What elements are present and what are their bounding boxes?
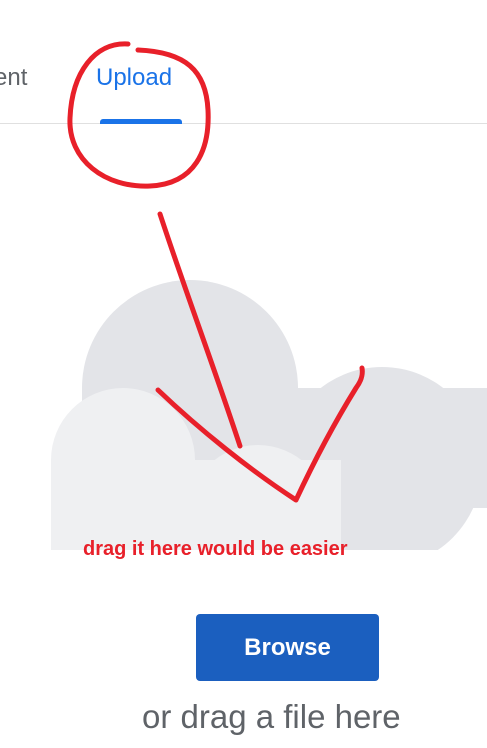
tab-upload[interactable]: Upload xyxy=(96,62,172,94)
tab-previous[interactable]: ent xyxy=(0,62,27,94)
tab-bar: ent Upload xyxy=(0,0,487,124)
active-tab-indicator xyxy=(100,119,182,124)
browse-button[interactable]: Browse xyxy=(196,614,379,681)
annotation-note: drag it here would be easier xyxy=(83,538,348,560)
upload-page: ent Upload drag it here would be easier … xyxy=(0,0,487,748)
cloud-icon xyxy=(51,280,487,550)
drag-hint-text: or drag a file here xyxy=(142,698,401,735)
